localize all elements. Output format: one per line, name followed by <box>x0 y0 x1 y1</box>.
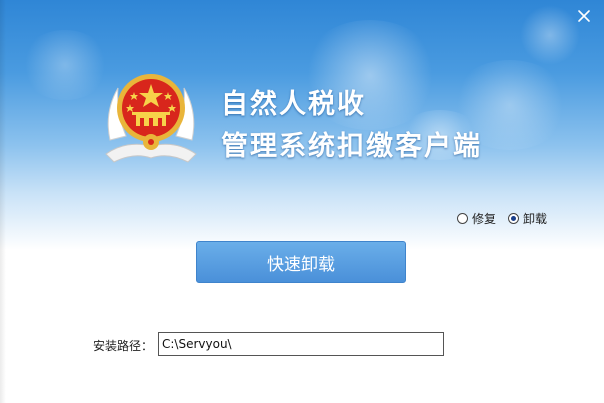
uninstall-label: 卸载 <box>523 212 548 226</box>
window-edge <box>0 0 6 403</box>
uninstall-option[interactable]: 卸载 <box>508 210 547 227</box>
install-path-label: 安装路径： <box>93 339 154 353</box>
banner-glow <box>520 5 580 65</box>
install-path-input[interactable] <box>158 332 444 356</box>
close-icon <box>578 10 590 22</box>
repair-radio[interactable] <box>457 213 468 224</box>
uninstall-radio[interactable] <box>508 213 520 224</box>
app-title-line2: 管理系统扣缴客户端 <box>221 131 482 162</box>
mode-radio-group: 修复 卸载 <box>457 210 559 227</box>
quick-uninstall-button[interactable]: 快速卸载 <box>196 241 406 283</box>
app-title-line1: 自然人税收 <box>221 89 366 120</box>
installer-window: 自然人税收 管理系统扣缴客户端 修复 卸载 快速卸载 安装路径： <box>0 0 604 403</box>
repair-option[interactable]: 修复 <box>457 210 496 227</box>
repair-label: 修复 <box>472 212 497 226</box>
national-emblem-icon <box>105 74 197 163</box>
close-button[interactable] <box>576 8 592 24</box>
